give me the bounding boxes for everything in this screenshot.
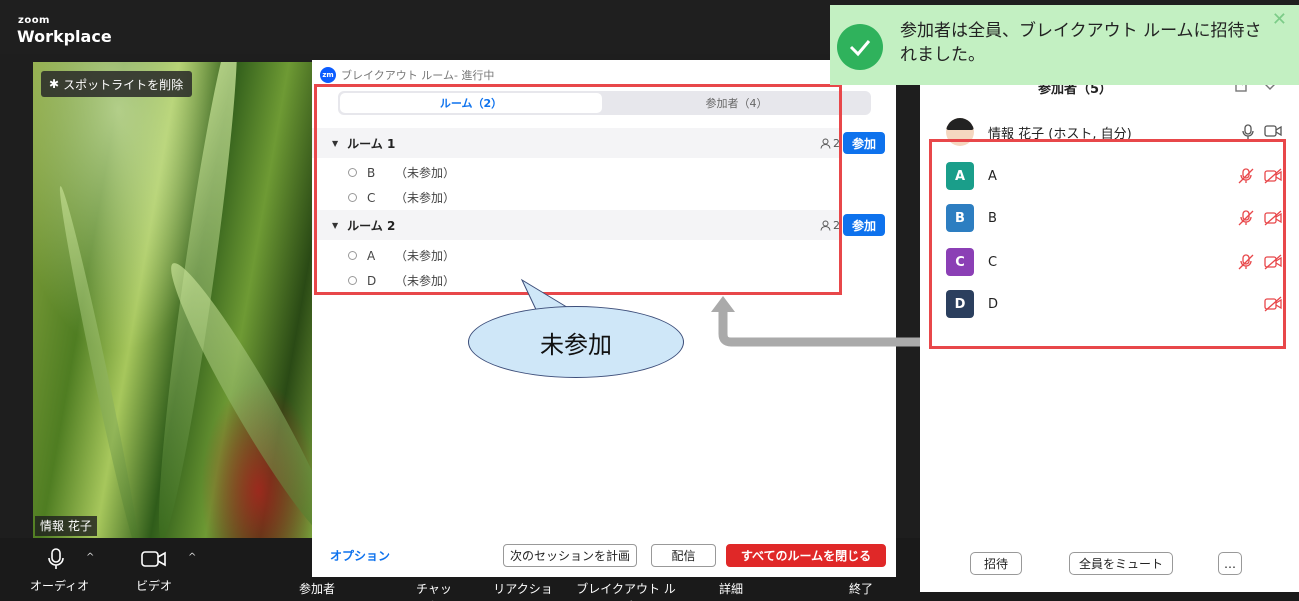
remove-spotlight-button[interactable]: ✱ スポットライトを削除 [41,71,193,97]
arrow-icon [711,296,925,347]
video-button[interactable]: ビデオ [132,548,176,594]
workplace-logo: Workplace [17,27,112,46]
invite-button[interactable]: 招待 [970,552,1022,575]
reactions-label: リアクション [493,582,553,601]
breakout-panel-title: zm ブレイクアウト ルーム- 進行中 [320,67,494,83]
details-button[interactable]: 詳細 [716,580,746,597]
broadcast-button[interactable]: 配信 [651,544,716,567]
pin-icon: ✱ [49,77,60,91]
more-options-button[interactable]: … [1218,552,1242,575]
host-media-icons [1242,124,1282,140]
close-all-rooms-button[interactable]: すべてのルームを閉じる [726,544,886,567]
participants-label: 参加者 [298,582,335,596]
highlight-box-participants [929,139,1286,349]
breakout-title-text: ブレイクアウト ルーム- 進行中 [341,69,495,82]
join-room-2-button[interactable]: 参加 [843,214,885,236]
mute-all-button[interactable]: 全員をミュート [1069,552,1173,575]
checkmark-icon [837,24,883,70]
audio-options-chevron-up-icon[interactable]: ^ [86,552,94,563]
invitation-toast: 参加者は全員、ブレイクアウト ルームに招待されました。 ✕ [830,5,1299,85]
join-room-1-button[interactable]: 参加 [843,132,885,154]
toast-message: 参加者は全員、ブレイクアウト ルームに招待されました。 [900,21,1262,65]
callout-bubble: 未参加 [468,306,684,378]
breakout-rooms-label: ブレイクアウト ルーム [576,582,676,601]
video-options-chevron-up-icon[interactable]: ^ [188,552,196,563]
reactions-button[interactable]: リアクション [492,580,554,601]
video-name-tag: 情報 花子 [35,516,97,536]
breakout-rooms-button[interactable]: ブレイクアウト ルーム [572,580,680,601]
audio-button[interactable]: オーディオ [30,548,90,594]
zoom-window: zoom Workplace ✱ スポットライトを削除 情報 花子 オーディオ … [0,0,1299,601]
audio-label: オーディオ [30,579,90,593]
grass-blade [53,184,147,538]
details-label: 詳細 [718,582,743,596]
close-icon[interactable]: ✕ [1272,9,1287,30]
video-camera-icon [141,551,166,567]
video-camera-icon [1264,125,1282,137]
microphone-icon [48,548,64,569]
zoom-logo-small: zoom [18,15,50,26]
video-label: ビデオ [135,579,172,593]
microphone-icon [1242,124,1254,139]
options-link[interactable]: オプション [330,547,390,564]
chat-label: チャット [416,582,452,601]
remove-spotlight-label: スポットライトを削除 [63,77,184,92]
callout-text: 未参加 [540,330,612,359]
end-button[interactable]: 終了 [846,580,876,597]
chat-button[interactable]: チャット [412,580,456,601]
video-feed [33,62,315,538]
zoom-app-icon: zm [320,67,336,83]
end-label: 終了 [848,582,873,596]
plan-next-session-button[interactable]: 次のセッションを計画 [503,544,637,567]
participants-button[interactable]: 参加者 [294,580,340,597]
highlight-box-rooms [314,84,842,295]
